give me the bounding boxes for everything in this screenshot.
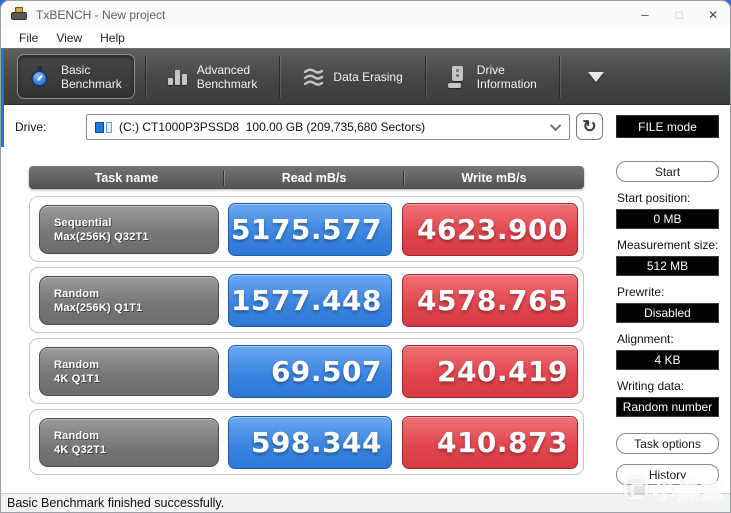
start-position-value[interactable]: 0 MB: [616, 209, 719, 229]
header-read: Read mB/s: [224, 171, 404, 185]
minimize-button[interactable]: –: [628, 1, 662, 28]
file-mode-button[interactable]: FILE mode: [616, 115, 719, 138]
tab-data-erasing[interactable]: Data Erasing: [290, 54, 414, 99]
menu-view[interactable]: View: [47, 31, 91, 45]
results-table-header: Task name Read mB/s Write mB/s: [29, 166, 584, 189]
tab-label: Drive Information: [476, 62, 537, 91]
start-position-label: Start position:: [617, 191, 691, 205]
read-result: 598.344: [228, 416, 392, 469]
drive-icon: [447, 65, 468, 88]
menu-file[interactable]: File: [10, 31, 47, 45]
tab-label: Data Erasing: [333, 69, 403, 84]
tab-basic-benchmark[interactable]: Basic Benchmark: [17, 54, 135, 99]
triangle-down-icon: [587, 71, 604, 82]
header-task-name: Task name: [29, 171, 224, 185]
menu-help[interactable]: Help: [91, 31, 134, 45]
tab-label: Basic Benchmark: [61, 62, 122, 91]
title-bar[interactable]: TxBENCH - New project – □ ✕: [1, 1, 730, 28]
alignment-value[interactable]: 4 KB: [616, 350, 719, 370]
read-result: 69.507: [228, 345, 392, 398]
start-button[interactable]: Start: [616, 161, 719, 182]
task-options-button[interactable]: Task options: [616, 433, 719, 454]
table-row: Random 4K Q1T1 69.507 240.419: [29, 338, 584, 404]
desktop-background-sliver: [1, 48, 4, 147]
app-window: TxBENCH - New project – □ ✕ File View He…: [0, 0, 731, 513]
bar-chart-icon: [167, 68, 188, 85]
read-value: 1577.448: [230, 284, 382, 317]
writing-data-value[interactable]: Random number: [616, 397, 719, 417]
measurement-size-value[interactable]: 512 MB: [616, 256, 719, 276]
task-random-max-q1t1-button[interactable]: Random Max(256K) Q1T1: [39, 276, 219, 325]
close-button[interactable]: ✕: [696, 1, 730, 28]
drive-row: Drive: (C:) CT1000P3PSSD8 100.00 GB (209…: [1, 105, 730, 149]
refresh-drives-button[interactable]: ↻: [576, 113, 603, 140]
maximize-button[interactable]: □: [662, 1, 696, 28]
toolbar-separator: [279, 55, 281, 98]
status-message: Basic Benchmark finished successfully.: [7, 496, 225, 510]
history-button[interactable]: History: [616, 464, 719, 485]
table-row: Random 4K Q32T1 598.344 410.873: [29, 409, 584, 475]
header-write: Write mB/s: [461, 170, 527, 185]
write-result: 410.873: [402, 416, 578, 469]
table-row: Random Max(256K) Q1T1 1577.448 4578.765: [29, 267, 584, 333]
tab-advanced-benchmark[interactable]: Advanced Benchmark: [156, 54, 270, 99]
waves-icon: [304, 68, 324, 86]
app-icon: [11, 7, 28, 22]
write-result: 240.419: [402, 345, 578, 398]
status-bar: Basic Benchmark finished successfully.: [1, 493, 730, 512]
read-result: 1577.448: [228, 274, 392, 327]
drive-label: Drive:: [15, 120, 47, 134]
refresh-icon: ↻: [582, 116, 597, 136]
settings-panel: Start Start position: 0 MB Measurement s…: [616, 161, 720, 485]
table-row: Sequential Max(256K) Q32T1 5175.577 4623…: [29, 196, 584, 262]
write-value: 410.873: [436, 426, 568, 459]
read-value: 598.344: [250, 426, 382, 459]
toolbar: Basic Benchmark Advanced Benchmark Data Er…: [1, 48, 730, 105]
task-sequential-q32t1-button[interactable]: Sequential Max(256K) Q32T1: [39, 205, 219, 254]
partition-icon: [95, 121, 112, 133]
alignment-label: Alignment:: [617, 332, 674, 346]
prewrite-label: Prewrite:: [617, 285, 665, 299]
task-random-4k-q32t1-button[interactable]: Random 4K Q32T1: [39, 418, 219, 467]
stopwatch-icon: [30, 65, 52, 88]
task-random-4k-q1t1-button[interactable]: Random 4K Q1T1: [39, 347, 219, 396]
write-result: 4578.765: [402, 274, 578, 327]
menu-bar: File View Help: [1, 28, 730, 48]
tab-label: Advanced Benchmark: [196, 62, 258, 91]
prewrite-value[interactable]: Disabled: [616, 303, 719, 323]
more-tools-button[interactable]: [584, 66, 608, 88]
tab-drive-information[interactable]: Drive Information: [436, 54, 549, 99]
write-value: 240.419: [436, 355, 568, 388]
toolbar-separator: [144, 55, 146, 98]
read-value: 5175.577: [230, 213, 382, 246]
read-result: 5175.577: [228, 203, 392, 256]
toolbar-separator: [424, 55, 426, 98]
read-value: 69.507: [270, 355, 382, 388]
writing-data-label: Writing data:: [617, 379, 685, 393]
drive-select[interactable]: (C:) CT1000P3PSSD8 100.00 GB (209,735,68…: [86, 114, 570, 140]
write-value: 4578.765: [416, 284, 568, 317]
chevron-down-icon: [549, 119, 562, 132]
toolbar-separator: [558, 55, 560, 98]
measurement-size-label: Measurement size:: [617, 238, 719, 252]
write-result: 4623.900: [402, 203, 578, 256]
window-title: TxBENCH - New project: [36, 7, 166, 22]
drive-selected-value: (C:) CT1000P3PSSD8 100.00 GB (209,735,68…: [119, 120, 426, 134]
write-value: 4623.900: [416, 213, 568, 246]
